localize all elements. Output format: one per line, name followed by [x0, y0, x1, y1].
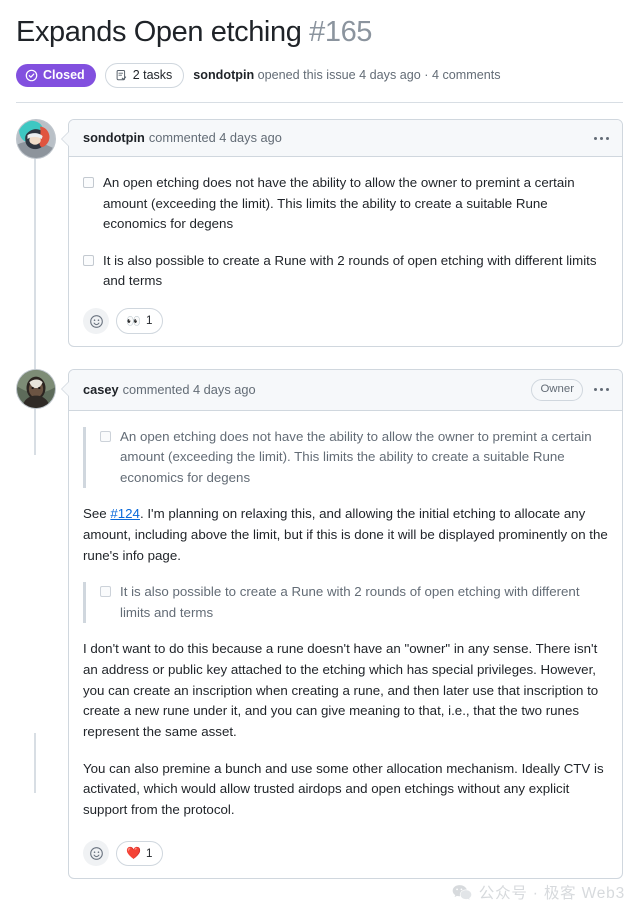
reaction-heart[interactable]: ❤️ 1	[116, 840, 164, 867]
comment-author-link[interactable]: sondotpin	[83, 129, 145, 147]
kebab-dot-icon	[600, 388, 603, 392]
eyes-emoji-icon: 👀	[126, 314, 141, 329]
page-title: Expands Open etching #165	[16, 14, 623, 51]
timeline-gap	[16, 347, 623, 369]
issue-meta-row: Closed 2 tasks sondotpin opened this iss…	[16, 63, 623, 102]
quoted-block: It is also possible to create a Rune wit…	[83, 582, 608, 624]
kebab-dot-icon	[606, 388, 609, 392]
task-list-item: An open etching does not have the abilit…	[83, 173, 608, 235]
reaction-eyes[interactable]: 👀 1	[116, 308, 164, 334]
comments-timeline: sondotpin commented 4 days ago An open e…	[0, 103, 639, 880]
comment-menu-button[interactable]	[593, 386, 610, 393]
paragraph-prefix: See	[83, 506, 111, 522]
comment-menu-button[interactable]	[593, 135, 610, 142]
issue-meta-text: sondotpin opened this issue 4 days ago ·…	[193, 67, 500, 85]
issue-number: #165	[309, 16, 373, 48]
kebab-dot-icon	[600, 136, 603, 140]
reaction-count: 1	[145, 314, 153, 328]
author-association-badge: Owner	[531, 379, 583, 401]
tasklist-icon	[115, 69, 128, 82]
comment-header: casey commented 4 days ago Owner	[69, 370, 622, 411]
tasks-badge[interactable]: 2 tasks	[104, 63, 185, 89]
task-list-item: It is also possible to create a Rune wit…	[83, 251, 608, 292]
task-list: An open etching does not have the abilit…	[83, 173, 608, 292]
issue-meta-detail: opened this issue 4 days ago · 4 comment…	[254, 67, 501, 82]
task-checkbox[interactable]	[83, 254, 94, 266]
quoted-task-label: It is also possible to create a Rune wit…	[120, 584, 580, 620]
add-reaction-button[interactable]	[83, 308, 109, 335]
kebab-dot-icon	[594, 388, 597, 392]
kebab-dot-icon	[606, 136, 609, 140]
task-checkbox	[100, 430, 111, 442]
task-label: It is also possible to create a Rune wit…	[103, 252, 597, 289]
comment-paragraph: See #124. I'm planning on relaxing this,…	[83, 504, 608, 566]
task-list-item: It is also possible to create a Rune wit…	[100, 582, 608, 623]
watermark-text: 公众号 · 极客 Web3	[478, 885, 625, 902]
comment-box: sondotpin commented 4 days ago An open e…	[61, 119, 623, 348]
watermark: 公众号 · 极客 Web3	[452, 881, 625, 903]
heart-emoji-icon: ❤️	[126, 846, 141, 861]
comment-paragraph: I don't want to do this because a rune d…	[83, 641, 599, 739]
wechat-icon	[452, 884, 472, 901]
comment-item: casey commented 4 days ago Owner An open…	[16, 369, 623, 880]
comment-paragraph: You can also premine a bunch and use som…	[83, 760, 604, 817]
check-circle-icon	[25, 69, 38, 82]
comment-item: sondotpin commented 4 days ago An open e…	[16, 119, 623, 348]
quoted-block: An open etching does not have the abilit…	[83, 426, 608, 489]
issue-title-text: Expands Open etching	[16, 16, 302, 48]
tasks-badge-label: 2 tasks	[132, 68, 173, 83]
task-checkbox[interactable]	[83, 177, 94, 189]
reactions-bar: 👀 1	[69, 304, 622, 346]
paragraph-rest: . I'm planning on relaxing this, and all…	[83, 506, 608, 563]
avatar[interactable]	[16, 119, 56, 160]
status-badge: Closed	[16, 64, 96, 88]
add-reaction-button[interactable]	[83, 840, 109, 867]
comment-timestamp: commented 4 days ago	[122, 381, 256, 397]
comment-body: An open etching does not have the abilit…	[69, 411, 622, 837]
comment-author-link[interactable]: casey	[83, 381, 119, 399]
kebab-dot-icon	[594, 136, 597, 140]
quoted-task-label: An open etching does not have the abilit…	[120, 428, 592, 485]
issue-reference-link[interactable]: #124	[110, 506, 140, 521]
comment-box: casey commented 4 days ago Owner An open…	[61, 369, 623, 880]
issue-author-link[interactable]: sondotpin	[193, 68, 254, 82]
issue-header: Expands Open etching #165 Closed 2 tasks	[0, 0, 639, 102]
task-checkbox	[100, 586, 111, 598]
task-label: An open etching does not have the abilit…	[103, 175, 575, 232]
task-list-item: An open etching does not have the abilit…	[100, 427, 608, 489]
comment-body: An open etching does not have the abilit…	[69, 157, 622, 304]
reaction-count: 1	[145, 846, 153, 860]
status-badge-label: Closed	[43, 68, 85, 83]
avatar[interactable]	[16, 369, 56, 410]
comment-timestamp: commented 4 days ago	[148, 130, 282, 146]
reactions-bar: ❤️ 1	[69, 836, 622, 878]
comment-header: sondotpin commented 4 days ago	[69, 120, 622, 158]
